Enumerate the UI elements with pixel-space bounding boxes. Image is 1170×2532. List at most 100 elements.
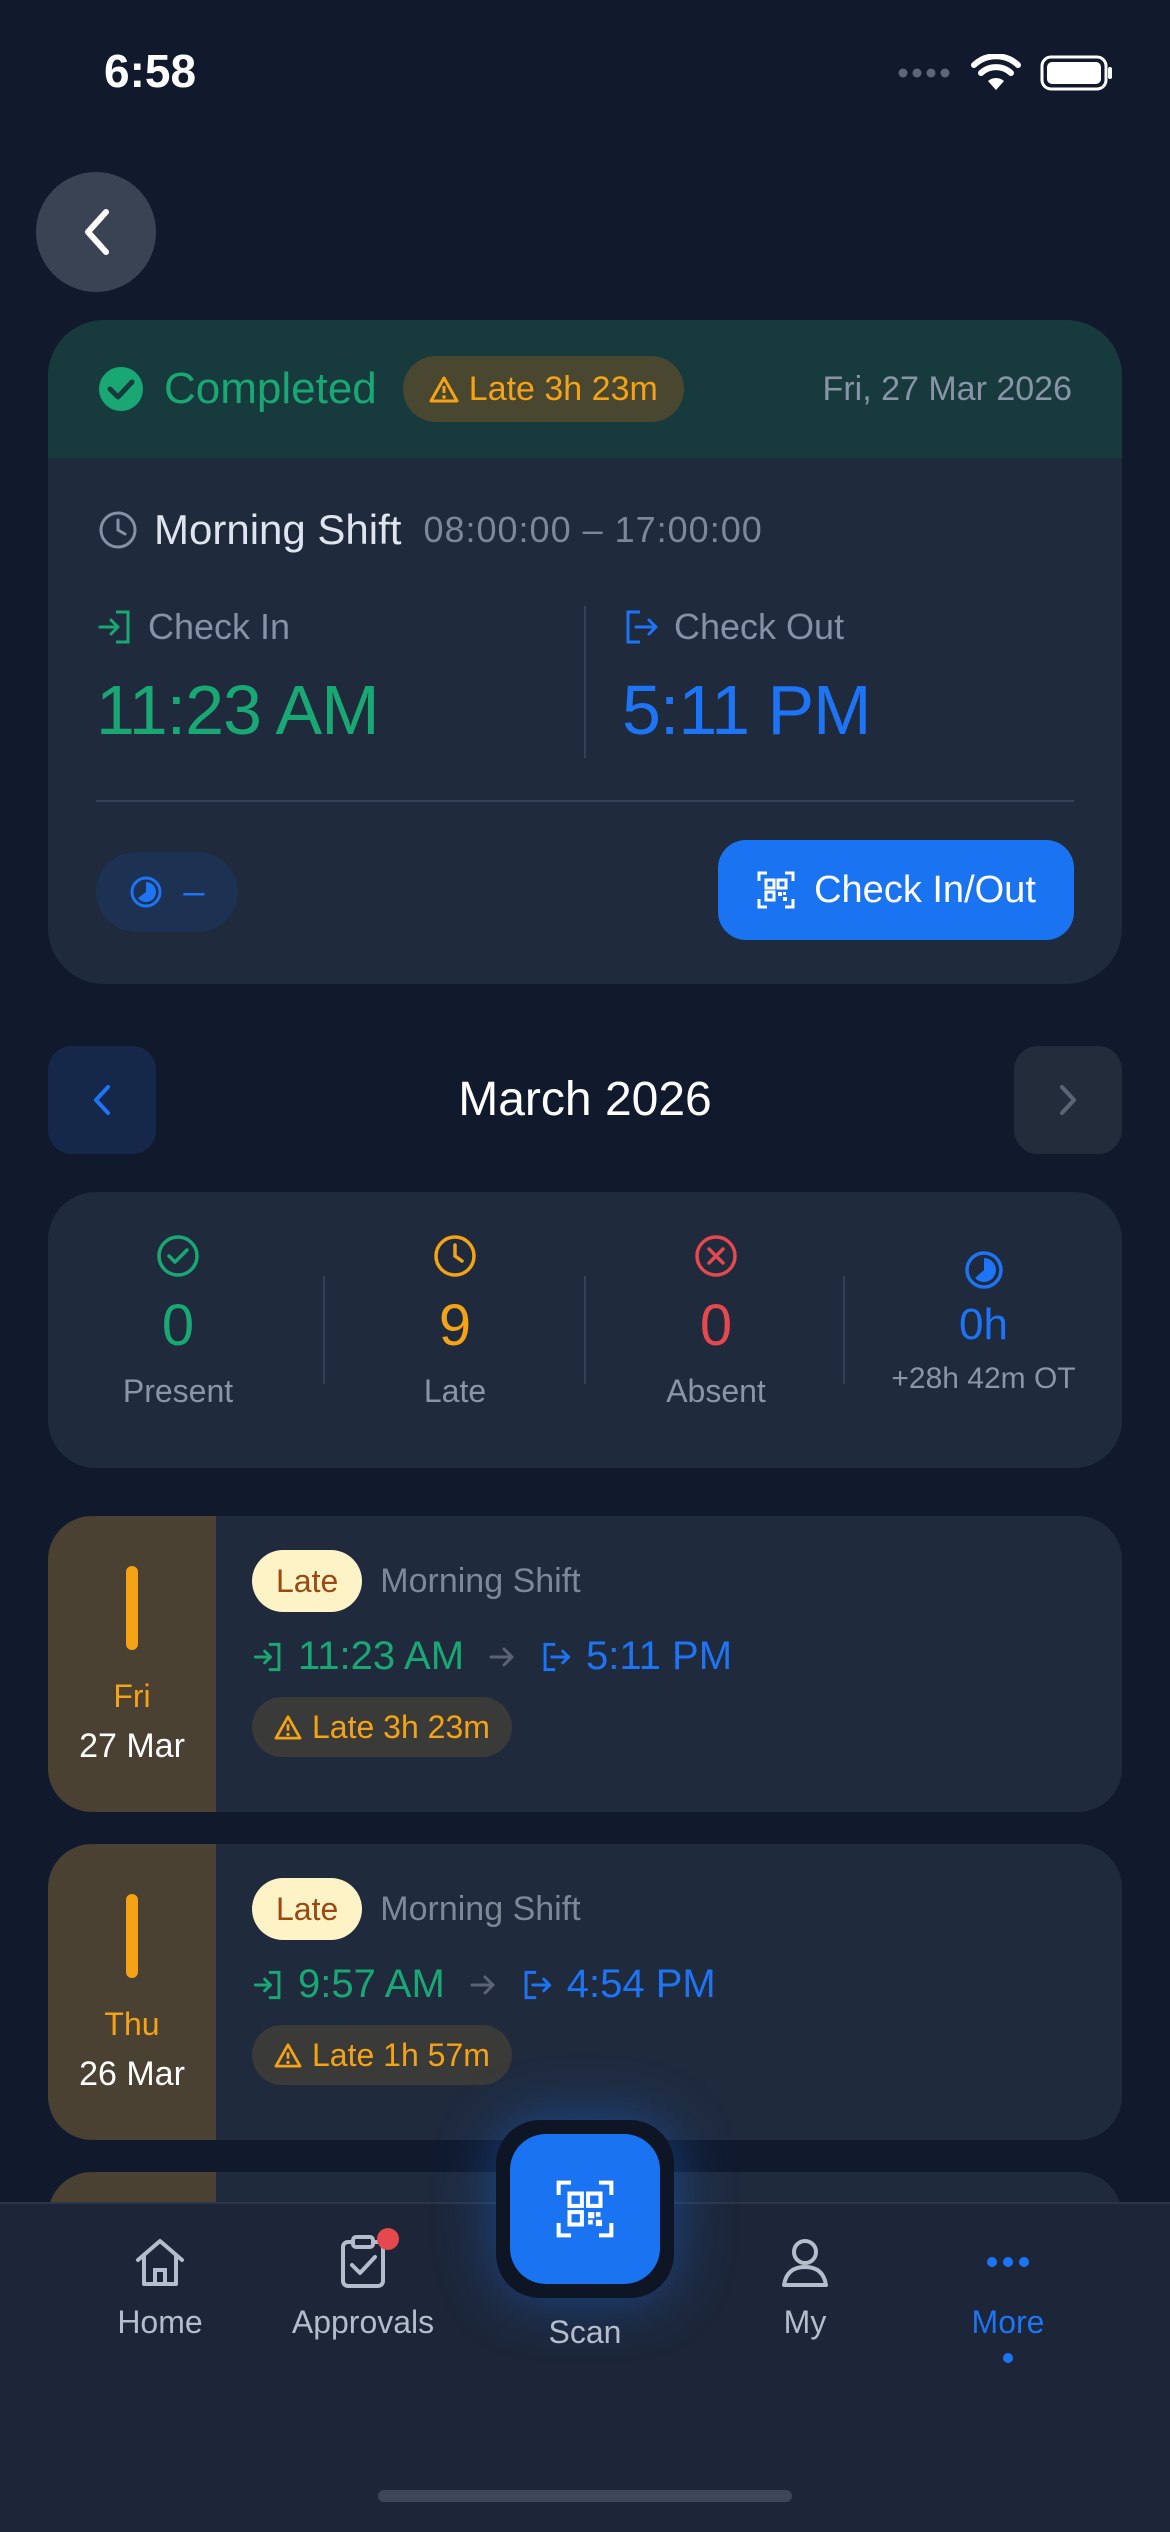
summary-hours: 0h +28h 42m OT bbox=[845, 1192, 1122, 1468]
check-in-time: 11:23 AM bbox=[96, 671, 380, 749]
warning-icon bbox=[274, 2043, 302, 2068]
back-button[interactable] bbox=[36, 172, 156, 292]
chevron-left-icon bbox=[94, 1085, 110, 1115]
clock-icon bbox=[434, 1235, 476, 1277]
today-card-header: Completed Late 3h 23m Fri, 27 Mar 2026 bbox=[48, 320, 1122, 458]
scan-button-inner bbox=[510, 2134, 660, 2284]
check-in-out-button[interactable]: Check In/Out bbox=[718, 840, 1074, 940]
day-weekday: Thu bbox=[104, 2006, 160, 2042]
late-count: 9 bbox=[438, 1293, 472, 1358]
absent-label: Absent bbox=[666, 1373, 766, 1409]
notification-dot bbox=[377, 2228, 399, 2250]
check-out-time: 5:11 PM bbox=[622, 671, 871, 749]
check-in-icon bbox=[253, 1970, 281, 1999]
approvals-icon-wrap bbox=[333, 2228, 399, 2292]
monthly-summary: 0 Present 9 Late 0 Absent 0h +28h 42m OT bbox=[48, 1192, 1122, 1468]
hours-total: 0h bbox=[959, 1300, 1008, 1349]
day-details: Late Morning Shift 9:57 AM 4:54 PM Late … bbox=[252, 1878, 716, 2085]
tab-home-label: Home bbox=[117, 2304, 203, 2340]
late-badge: Late 3h 23m bbox=[402, 356, 684, 422]
clock-icon bbox=[99, 511, 137, 549]
check-out-icon bbox=[626, 610, 658, 644]
summary-late: 9 Late bbox=[325, 1192, 585, 1468]
tab-home[interactable]: Home bbox=[60, 2232, 260, 2341]
tab-more[interactable]: More bbox=[908, 2232, 1108, 2363]
divider bbox=[584, 606, 586, 758]
shift-info: Morning Shift 08:00:00 – 17:00:00 bbox=[98, 506, 763, 554]
wifi-icon bbox=[971, 54, 1021, 90]
overtime-pill[interactable]: – bbox=[96, 852, 238, 932]
day-record-card[interactable]: Thu 26 Mar Late Morning Shift 9:57 AM 4:… bbox=[48, 1844, 1122, 2140]
attendance-status: Completed bbox=[164, 364, 377, 413]
tab-my-label: My bbox=[783, 2304, 827, 2340]
check-out-label: Check Out bbox=[674, 606, 845, 647]
warning-icon bbox=[429, 376, 459, 403]
overtime-value: – bbox=[183, 870, 205, 913]
chevron-right-icon bbox=[1060, 1085, 1076, 1115]
check-circle-icon bbox=[99, 367, 143, 411]
check-out-icon bbox=[524, 1970, 551, 1999]
day-weekday: Fri bbox=[113, 1678, 151, 1714]
day-record-card[interactable]: Fri 27 Mar Late Morning Shift 11:23 AM 5… bbox=[48, 1516, 1122, 1812]
overtime-total: +28h 42m OT bbox=[891, 1362, 1076, 1395]
day-date-column: Fri 27 Mar bbox=[48, 1516, 216, 1812]
day-date: 26 Mar bbox=[79, 2055, 185, 2093]
tab-more-label: More bbox=[971, 2304, 1045, 2340]
shift-name: Morning Shift bbox=[154, 506, 402, 553]
check-in-label: Check In bbox=[148, 606, 291, 647]
present-count: 0 bbox=[161, 1293, 195, 1358]
day-shift-name: Morning Shift bbox=[380, 1889, 581, 1928]
check-out-block: Check Out 5:11 PM bbox=[622, 606, 871, 750]
home-indicator bbox=[378, 2490, 792, 2502]
late-badge-text: Late 3h 23m bbox=[468, 369, 658, 408]
arrow-right-icon bbox=[489, 1647, 514, 1666]
present-label: Present bbox=[122, 1373, 234, 1409]
chevron-left-icon bbox=[85, 209, 109, 255]
previous-month-button[interactable] bbox=[48, 1046, 156, 1154]
tab-my[interactable]: My bbox=[705, 2232, 905, 2341]
day-check-out: 5:11 PM bbox=[586, 1634, 733, 1678]
tab-approvals[interactable]: Approvals bbox=[263, 2228, 463, 2341]
x-circle-icon bbox=[695, 1235, 737, 1277]
arrow-right-icon bbox=[470, 1975, 495, 1994]
home-icon bbox=[136, 2239, 184, 2286]
check-in-icon bbox=[253, 1642, 281, 1671]
status-badge: Late bbox=[252, 1878, 363, 1940]
scan-button[interactable] bbox=[496, 2120, 674, 2298]
status-bar-indicator bbox=[126, 1894, 138, 1978]
next-month-button[interactable] bbox=[1014, 1046, 1122, 1154]
attendance-date: Fri, 27 Mar 2026 bbox=[822, 369, 1072, 408]
day-date: 27 Mar bbox=[79, 1727, 185, 1765]
today-attendance-card: Completed Late 3h 23m Fri, 27 Mar 2026 M… bbox=[48, 320, 1122, 984]
day-check-out: 4:54 PM bbox=[566, 1962, 716, 2006]
tab-approvals-label: Approvals bbox=[291, 2304, 435, 2340]
day-late-text: Late 1h 57m bbox=[312, 2036, 490, 2073]
absent-count: 0 bbox=[699, 1293, 733, 1358]
late-label: Late bbox=[423, 1373, 487, 1409]
overtime-icon bbox=[964, 1251, 1003, 1289]
qr-scan-icon bbox=[757, 871, 795, 909]
tab-scan-label: Scan bbox=[548, 2314, 622, 2350]
status-time: 6:58 bbox=[104, 45, 197, 97]
check-in-out-label: Check In/Out bbox=[814, 868, 1036, 911]
status-icons bbox=[898, 54, 1114, 92]
check-circle-icon bbox=[157, 1235, 199, 1277]
overtime-icon bbox=[130, 876, 162, 908]
signal-icon bbox=[898, 68, 950, 78]
day-late-chip: Late 3h 23m bbox=[252, 1697, 512, 1757]
summary-present: 0 Present bbox=[48, 1192, 308, 1468]
day-details: Late Morning Shift 11:23 AM 5:11 PM Late… bbox=[252, 1550, 732, 1757]
day-shift-name: Morning Shift bbox=[380, 1561, 581, 1600]
summary-absent: 0 Absent bbox=[586, 1192, 846, 1468]
month-title: March 2026 bbox=[458, 1073, 712, 1126]
active-tab-dot bbox=[1003, 2353, 1013, 2363]
day-late-text: Late 3h 23m bbox=[312, 1708, 490, 1745]
day-check-in: 9:57 AM bbox=[298, 1962, 445, 2006]
qr-scan-icon bbox=[556, 2180, 614, 2238]
battery-icon bbox=[1040, 55, 1112, 91]
status-bar-indicator bbox=[126, 1566, 138, 1650]
divider bbox=[96, 800, 1074, 802]
shift-hours: 08:00:00 – 17:00:00 bbox=[423, 509, 763, 550]
day-late-chip: Late 1h 57m bbox=[252, 2025, 512, 2085]
check-in-icon bbox=[98, 610, 130, 644]
